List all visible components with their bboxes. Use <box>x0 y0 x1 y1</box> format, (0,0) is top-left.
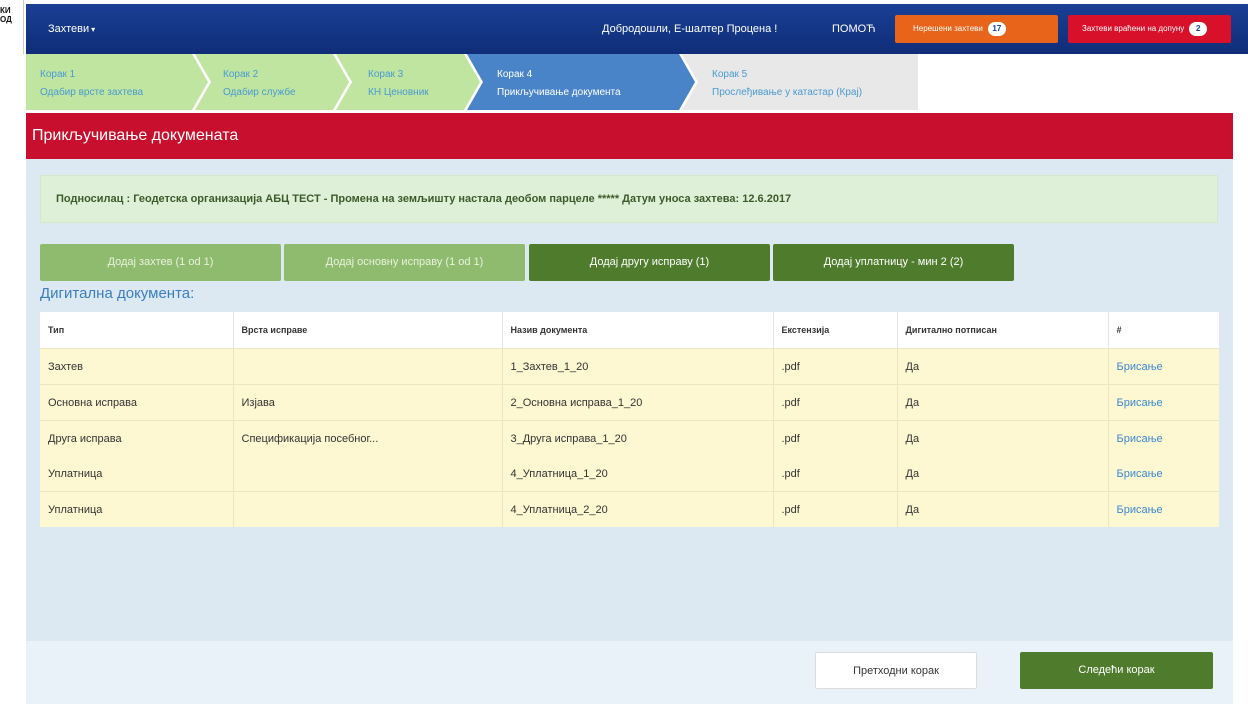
delete-link[interactable]: Брисање <box>1108 420 1219 456</box>
requests-menu[interactable]: Захтеви ▾ <box>48 4 95 54</box>
cell-doc-kind <box>233 348 503 385</box>
cell-extension: .pdf <box>773 456 898 492</box>
unhandled-requests-button[interactable]: Нерешени захтеви 17 <box>895 15 1058 43</box>
cell-doc-kind <box>233 456 503 492</box>
table-row: Уплатница 4_Уплатница_2_20 .pdf Да Бриса… <box>40 491 1219 527</box>
cell-signed: Да <box>897 491 1109 527</box>
step-2[interactable]: Корак 2 Одабир службе <box>195 54 352 110</box>
cell-type: Уплатница <box>40 491 234 527</box>
cell-type: Захтев <box>40 348 234 385</box>
delete-link[interactable]: Брисање <box>1108 384 1219 421</box>
step-3[interactable]: Корак 3 КН Ценовник <box>336 54 483 110</box>
column-header-type: Тип <box>40 312 234 349</box>
step-title: Корак 5 <box>712 69 748 80</box>
cell-doc-name: 3_Друга исправа_1_20 <box>502 420 774 456</box>
delete-link[interactable]: Брисање <box>1108 491 1219 527</box>
step-subtitle: Прослеђивање у катастар (Крај) <box>712 87 863 98</box>
cell-doc-kind <box>233 491 503 527</box>
cell-extension: .pdf <box>773 384 898 421</box>
top-navbar: Захтеви ▾ Добродошли, Е-шалтер Процена ! … <box>26 4 1248 54</box>
delete-link[interactable]: Брисање <box>1108 456 1219 492</box>
column-header-doc-name: Назив документа <box>502 312 774 349</box>
cell-signed: Да <box>897 456 1109 492</box>
logo-text-line1: КИ <box>0 6 11 15</box>
unhandled-requests-label: Нерешени захтеви <box>913 24 983 33</box>
documents-table: Тип Врста исправе Назив документа Екстен… <box>40 312 1219 527</box>
step-title: Корак 1 <box>40 69 76 80</box>
cell-doc-kind: Изјава <box>233 384 503 421</box>
submitter-info: Подносилац : Геодетска организација АБЦ … <box>40 175 1218 223</box>
digital-documents-heading: Дигитална документа: <box>40 285 195 302</box>
returned-count-badge: 2 <box>1189 21 1208 36</box>
chevron-down-icon: ▾ <box>91 25 96 34</box>
table-row: Уплатница 4_Уплатница_1_20 .pdf Да Бриса… <box>40 456 1219 492</box>
column-header-signed: Дигитално потписан <box>897 312 1109 349</box>
welcome-text: Добродошли, Е-шалтер Процена ! <box>602 23 778 35</box>
cell-extension: .pdf <box>773 420 898 456</box>
returned-requests-label: Захтеви враћени на допуну <box>1082 24 1185 33</box>
step-4[interactable]: Корак 4 Прикључивање документа <box>467 54 698 110</box>
step-subtitle: Одабир службе <box>223 87 296 98</box>
cell-doc-name: 2_Основна исправа_1_20 <box>502 384 774 421</box>
column-header-extension: Екстензија <box>773 312 898 349</box>
step-subtitle: Прикључивање документа <box>497 87 621 98</box>
column-header-actions: # <box>1108 312 1219 349</box>
cell-type: Друга исправа <box>40 420 234 456</box>
cell-doc-name: 4_Уплатница_2_20 <box>502 491 774 527</box>
previous-step-button[interactable]: Претходни корак <box>815 652 977 689</box>
add-request-button[interactable]: Додај захтев (1 od 1) <box>40 244 281 281</box>
unhandled-count-badge: 17 <box>987 21 1006 36</box>
table-row: Основна исправа Изјава 2_Основна исправа… <box>40 384 1219 421</box>
logo-text-line2: ОД <box>0 15 12 24</box>
delete-link[interactable]: Брисање <box>1108 348 1219 385</box>
add-other-document-button[interactable]: Додај другу исправу (1) <box>529 244 770 281</box>
wizard-steps: Корак 1 Одабир врсте захтева Корак 2 Ода… <box>26 54 926 110</box>
table-row: Друга исправа Спецификација посебног... … <box>40 420 1219 456</box>
cell-signed: Да <box>897 348 1109 385</box>
step-5[interactable]: Корак 5 Прослеђивање у катастар (Крај) <box>682 54 918 110</box>
logo: КИ ОД <box>0 0 24 54</box>
requests-menu-label: Захтеви <box>48 23 90 35</box>
cell-signed: Да <box>897 384 1109 421</box>
help-link[interactable]: ПОМОЋ <box>832 4 876 54</box>
documents-panel: Прикључивање докумената Подносилац : Гео… <box>26 113 1233 704</box>
cell-doc-name: 1_Захтев_1_20 <box>502 348 774 385</box>
column-header-doc-kind: Врста исправе <box>233 312 503 349</box>
cell-signed: Да <box>897 420 1109 456</box>
returned-requests-button[interactable]: Захтеви враћени на допуну 2 <box>1068 15 1231 43</box>
table-row: Захтев 1_Захтев_1_20 .pdf Да Брисање <box>40 348 1219 385</box>
step-title: Корак 3 <box>368 69 404 80</box>
next-step-button[interactable]: Следећи корак <box>1020 652 1213 689</box>
cell-extension: .pdf <box>773 491 898 527</box>
step-1[interactable]: Корак 1 Одабир врсте захтева <box>26 54 211 110</box>
add-base-document-button[interactable]: Додај основну исправу (1 od 1) <box>284 244 525 281</box>
step-title: Корак 2 <box>223 69 259 80</box>
step-subtitle: Одабир врсте захтева <box>40 87 144 98</box>
step-subtitle: КН Ценовник <box>368 87 429 98</box>
cell-doc-name: 4_Уплатница_1_20 <box>502 456 774 492</box>
cell-type: Основна исправа <box>40 384 234 421</box>
add-payment-slip-button[interactable]: Додај уплатницу - мин 2 (2) <box>773 244 1014 281</box>
step-title: Корак 4 <box>497 69 533 80</box>
cell-doc-kind: Спецификација посебног... <box>233 420 503 456</box>
cell-extension: .pdf <box>773 348 898 385</box>
table-header-row: Тип Врста исправе Назив документа Екстен… <box>40 312 1219 349</box>
panel-title: Прикључивање докумената <box>26 113 1233 159</box>
cell-type: Уплатница <box>40 456 234 492</box>
